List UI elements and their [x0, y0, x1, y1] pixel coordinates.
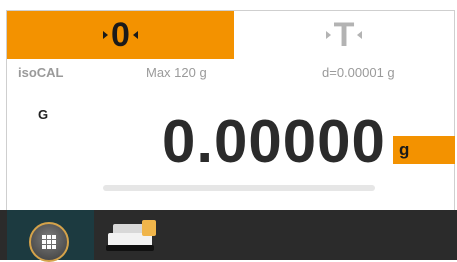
apps-button[interactable]	[7, 210, 94, 262]
arrow-right-icon	[325, 31, 331, 39]
gross-indicator: G	[38, 107, 49, 122]
calibration-status: isoCAL	[18, 65, 64, 80]
balance-screen: 0 T isoCAL Max 120 g d=0.00001 g G 0.000…	[0, 0, 457, 262]
unit-label: g	[399, 140, 410, 159]
zero-button[interactable]: 0	[7, 11, 234, 59]
weighing-app-icon[interactable]	[104, 215, 164, 257]
arrow-left-icon	[132, 31, 138, 39]
capacity-bar	[103, 185, 375, 191]
max-capacity: Max 120 g	[146, 65, 207, 80]
apps-grid-icon	[29, 222, 69, 262]
zero-label: 0	[111, 16, 130, 54]
tare-label: T	[333, 16, 355, 54]
arrow-left-icon	[357, 31, 363, 39]
weight-value: 0.00000	[162, 108, 386, 175]
readability: d=0.00001 g	[322, 65, 395, 80]
tare-button[interactable]: T	[234, 11, 454, 59]
arrow-right-icon	[103, 31, 109, 39]
unit-button[interactable]: g	[393, 136, 455, 164]
